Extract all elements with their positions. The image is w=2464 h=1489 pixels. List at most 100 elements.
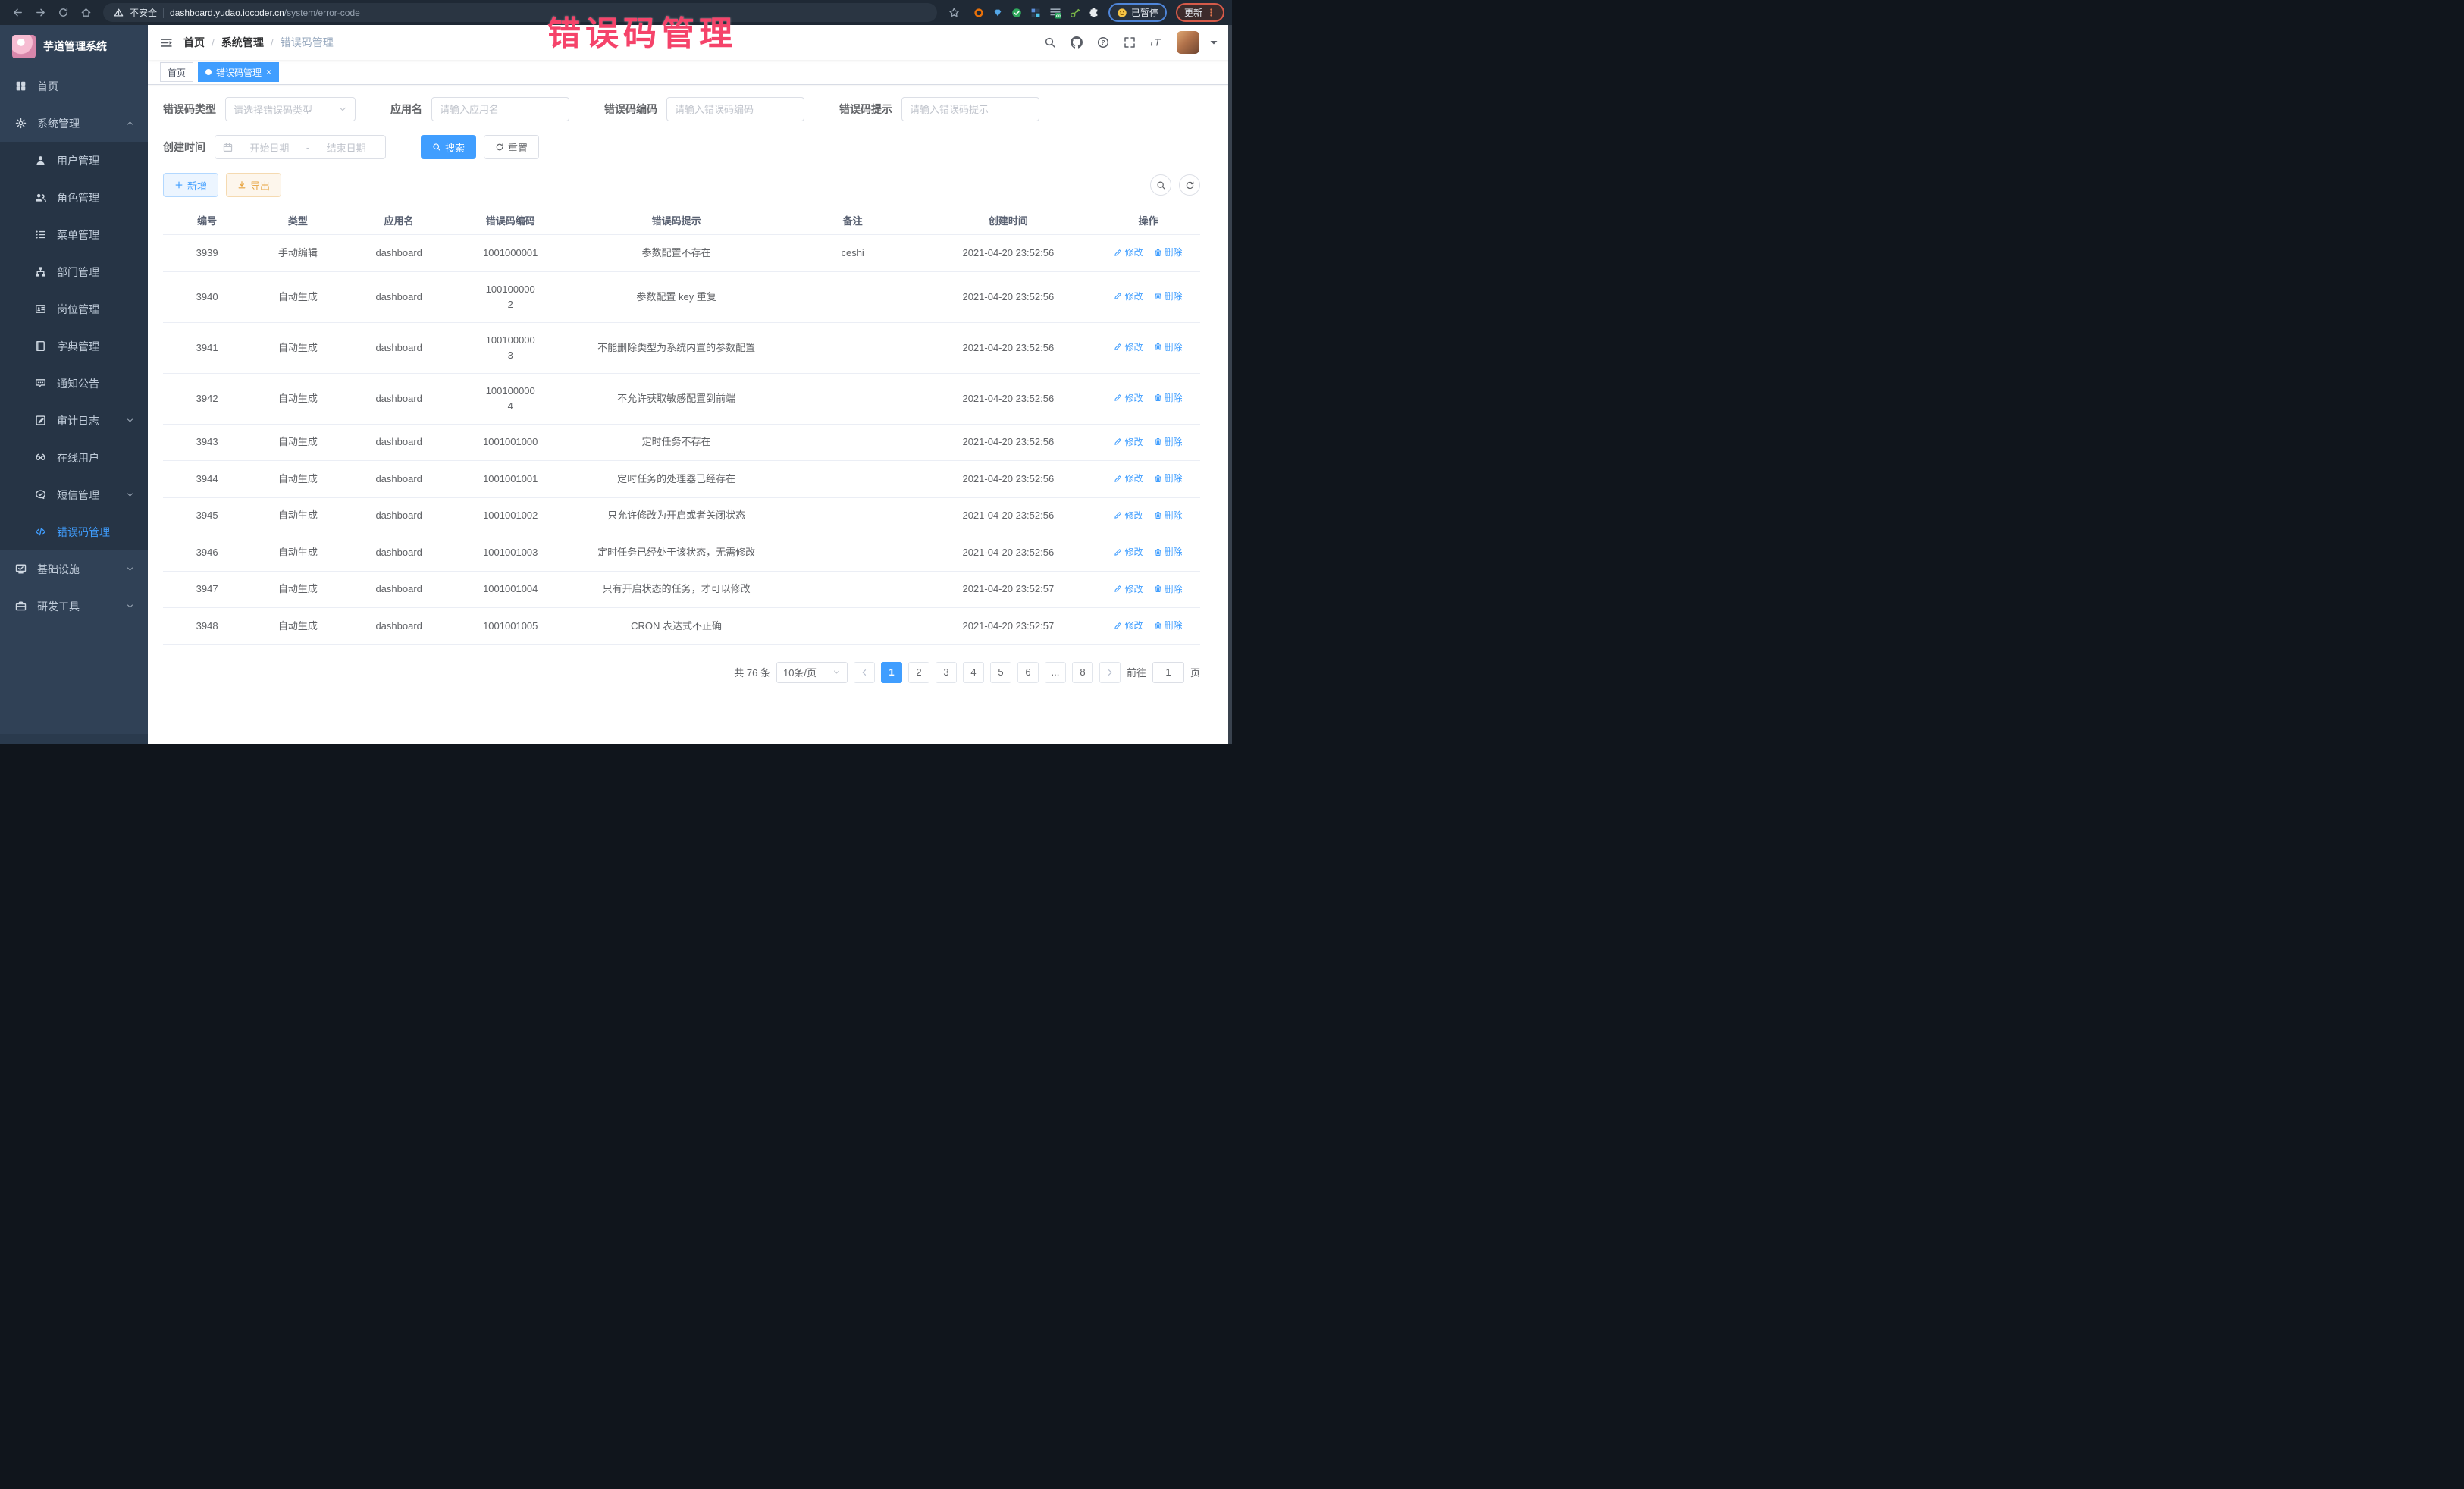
page-button-3[interactable]: 3 bbox=[936, 662, 957, 683]
edit-link[interactable]: 修改 bbox=[1114, 471, 1143, 486]
sidebar-item-menu[interactable]: 菜单管理 bbox=[0, 216, 148, 253]
tab-active[interactable]: 错误码管理× bbox=[198, 62, 279, 82]
bookmark-star-button[interactable] bbox=[945, 3, 964, 23]
sidebar-item-system[interactable]: 系统管理 bbox=[0, 105, 148, 142]
sidebar-item-dict[interactable]: 字典管理 bbox=[0, 328, 148, 365]
scrollbar[interactable] bbox=[1228, 25, 1232, 744]
breadcrumb-item[interactable]: 系统管理 bbox=[221, 35, 264, 50]
edit-link[interactable]: 修改 bbox=[1114, 508, 1143, 523]
show-search-toggle-button[interactable] bbox=[1150, 174, 1171, 196]
header-search-icon[interactable] bbox=[1044, 36, 1056, 49]
filter-input-2[interactable] bbox=[666, 97, 804, 121]
edit-link[interactable]: 修改 bbox=[1114, 544, 1143, 560]
sidebar-item-user[interactable]: 用户管理 bbox=[0, 142, 148, 179]
reset-button[interactable]: 重置 bbox=[484, 135, 539, 159]
memo-cell bbox=[785, 469, 920, 489]
delete-link[interactable]: 删除 bbox=[1154, 434, 1183, 450]
id-cell: 3940 bbox=[163, 280, 251, 315]
address-divider bbox=[163, 8, 164, 18]
delete-link[interactable]: 删除 bbox=[1154, 340, 1183, 355]
filter-input-3[interactable] bbox=[901, 97, 1039, 121]
extension-key-icon[interactable] bbox=[1070, 8, 1080, 18]
delete-link[interactable]: 删除 bbox=[1154, 581, 1183, 597]
app-logo bbox=[12, 35, 36, 58]
refresh-table-button[interactable] bbox=[1179, 174, 1200, 196]
sidebar-item-dev-tool[interactable]: 研发工具 bbox=[0, 588, 148, 625]
delete-link[interactable]: 删除 bbox=[1154, 471, 1183, 486]
msg-cell: 定时任务不存在 bbox=[567, 425, 785, 459]
edit-link[interactable]: 修改 bbox=[1114, 289, 1143, 304]
filter-input-1[interactable] bbox=[431, 97, 569, 121]
user-avatar[interactable] bbox=[1177, 31, 1199, 54]
back-button[interactable] bbox=[8, 3, 27, 23]
sidebar-item-error-code[interactable]: 错误码管理 bbox=[0, 513, 148, 550]
search-button[interactable]: 搜索 bbox=[421, 135, 476, 159]
page-button-2[interactable]: 2 bbox=[908, 662, 929, 683]
tab-0[interactable]: 首页 bbox=[160, 62, 193, 82]
fullscreen-icon[interactable] bbox=[1124, 36, 1136, 49]
edit-link[interactable]: 修改 bbox=[1114, 245, 1143, 260]
code-cell: 1001001005 bbox=[453, 609, 567, 644]
page-button-4[interactable]: 4 bbox=[963, 662, 984, 683]
operations-cell: 修改删除 bbox=[1096, 425, 1200, 461]
delete-link[interactable]: 删除 bbox=[1154, 289, 1183, 304]
close-icon[interactable]: × bbox=[266, 67, 271, 77]
delete-icon bbox=[1154, 475, 1162, 483]
sidebar-item-online[interactable]: 在线用户 bbox=[0, 439, 148, 476]
extension-check-icon[interactable] bbox=[1011, 8, 1022, 18]
font-size-icon[interactable]: tT bbox=[1150, 36, 1162, 49]
extensions-puzzle-icon[interactable] bbox=[1089, 8, 1099, 18]
hamburger-icon[interactable] bbox=[160, 36, 173, 49]
reload-button[interactable] bbox=[53, 3, 73, 23]
sidebar-item-infra[interactable]: 基础设施 bbox=[0, 550, 148, 588]
page-size-select[interactable]: 10条/页 bbox=[776, 662, 848, 683]
edit-link[interactable]: 修改 bbox=[1114, 618, 1143, 633]
help-icon[interactable]: ? bbox=[1097, 36, 1109, 49]
error-type-select[interactable]: 请选择错误码类型 bbox=[225, 97, 356, 121]
sidebar-item-notice[interactable]: 通知公告 bbox=[0, 365, 148, 402]
sidebar-item-post[interactable]: 岗位管理 bbox=[0, 290, 148, 328]
delete-link[interactable]: 删除 bbox=[1154, 508, 1183, 523]
sidebar-item-home[interactable]: 首页 bbox=[0, 67, 148, 105]
paused-badge[interactable]: 已暂停 bbox=[1108, 3, 1167, 22]
sidebar-item-sms[interactable]: 短信管理 bbox=[0, 476, 148, 513]
add-button[interactable]: 新增 bbox=[163, 173, 218, 197]
goto-page-input[interactable]: 1 bbox=[1152, 662, 1184, 683]
avatar-caret-icon[interactable] bbox=[1208, 36, 1220, 49]
sms-icon bbox=[35, 489, 46, 500]
forward-button[interactable] bbox=[30, 3, 50, 23]
extension-squares-icon[interactable] bbox=[1030, 8, 1041, 18]
edit-link[interactable]: 修改 bbox=[1114, 390, 1143, 406]
sidebar-item-role[interactable]: 角色管理 bbox=[0, 179, 148, 216]
sidebar-item-audit-log[interactable]: 审计日志 bbox=[0, 402, 148, 439]
update-menu-button[interactable]: 更新 bbox=[1176, 3, 1224, 22]
page-button-5[interactable]: 5 bbox=[990, 662, 1011, 683]
download-icon bbox=[237, 180, 246, 190]
sidebar-item-dept[interactable]: 部门管理 bbox=[0, 253, 148, 290]
msg-cell: CRON 表达式不正确 bbox=[567, 609, 785, 644]
logo-row[interactable]: 芋道管理系统 bbox=[0, 25, 148, 67]
edit-link[interactable]: 修改 bbox=[1114, 434, 1143, 450]
github-icon[interactable] bbox=[1071, 36, 1083, 49]
extension-gem-icon[interactable] bbox=[992, 8, 1003, 18]
prev-page-button[interactable] bbox=[854, 662, 875, 683]
edit-link[interactable]: 修改 bbox=[1114, 581, 1143, 597]
page-button-1[interactable]: 1 bbox=[881, 662, 902, 683]
edit-link-label: 修改 bbox=[1124, 390, 1143, 406]
delete-link[interactable]: 删除 bbox=[1154, 618, 1183, 633]
page-button-8[interactable]: 8 bbox=[1072, 662, 1093, 683]
page-button-6[interactable]: 6 bbox=[1017, 662, 1039, 683]
delete-link[interactable]: 删除 bbox=[1154, 544, 1183, 560]
more-pages-button[interactable]: ... bbox=[1045, 662, 1066, 683]
home-button[interactable] bbox=[76, 3, 96, 23]
delete-link[interactable]: 删除 bbox=[1154, 245, 1183, 260]
extension-onlist-icon[interactable]: on bbox=[1049, 7, 1061, 19]
address-bar[interactable]: 不安全 dashboard.yudao.iocoder.cn/system/er… bbox=[103, 3, 937, 22]
delete-link[interactable]: 删除 bbox=[1154, 390, 1183, 406]
edit-link[interactable]: 修改 bbox=[1114, 340, 1143, 355]
breadcrumb-item[interactable]: 首页 bbox=[183, 35, 205, 50]
extension-ring-icon[interactable] bbox=[973, 8, 984, 18]
date-range-picker[interactable]: 开始日期 - 结束日期 bbox=[215, 135, 386, 159]
next-page-button[interactable] bbox=[1099, 662, 1121, 683]
export-button[interactable]: 导出 bbox=[226, 173, 281, 197]
